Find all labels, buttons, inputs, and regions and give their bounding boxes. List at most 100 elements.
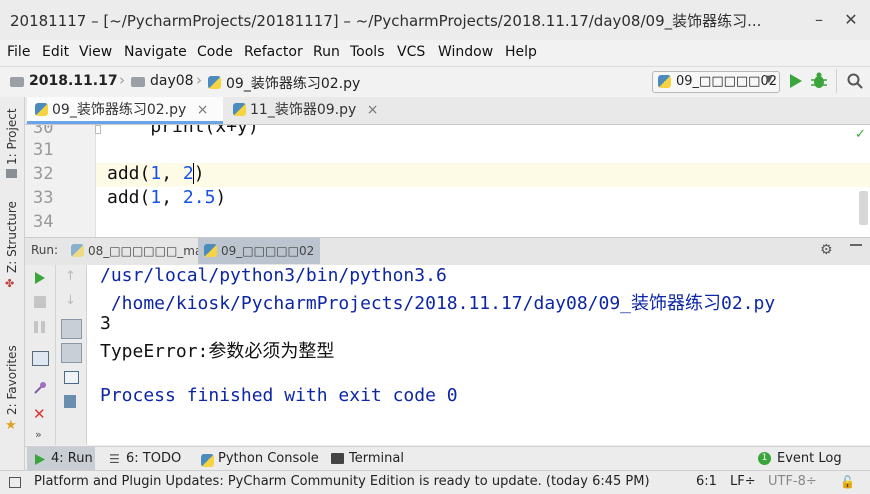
console-line-interpreter: /usr/local/python3/bin/python3.6 (100, 265, 447, 286)
folder-icon (131, 77, 145, 87)
breadcrumb-file[interactable]: 09_装饰器练习02.py (226, 73, 360, 93)
event-log-tool-button[interactable]: Event Log (777, 451, 842, 466)
hide-panel-icon[interactable] (850, 244, 862, 246)
tool-window-bar: 4: Run ☰ 6: TODO Python Console Terminal… (25, 446, 870, 471)
scroll-to-end-toggle-icon[interactable] (61, 343, 82, 363)
line-number: 32 (33, 164, 54, 184)
breadcrumb-separator-icon: › (196, 71, 202, 89)
line-number: 33 (33, 188, 54, 208)
inspection-ok-icon[interactable]: ✓ (855, 127, 866, 142)
line-number: 34 (33, 212, 54, 232)
run-configuration-label: 09_□□□□□02 (676, 74, 777, 89)
run-toolbar-primary: ✕ » (25, 265, 56, 445)
close-tab-icon[interactable]: × (197, 102, 209, 118)
structure-tool-button[interactable]: Z: Structure (5, 201, 19, 273)
close-button[interactable]: ✕ (840, 10, 862, 30)
breadcrumb-folder[interactable]: day08 (150, 73, 194, 89)
editor-scrollbar[interactable] (859, 191, 868, 225)
menu-bar: File Edit View Navigate Code Refactor Ru… (0, 40, 870, 65)
breadcrumb-project[interactable]: 2018.11.17 (29, 73, 118, 89)
settings-gear-icon[interactable]: ⚙ (820, 242, 833, 258)
run-configuration-select[interactable]: 09_□□□□□02 ▼ (652, 71, 780, 93)
left-tool-strip: 1: Project Z: Structure ✤ 2: Favorites ★ (0, 97, 25, 493)
soft-wrap-toggle-icon[interactable] (61, 319, 82, 339)
chevron-down-icon: ▼ (765, 74, 773, 85)
code-line-32: add(1, 2) (107, 163, 205, 184)
title-bar: 20181117 – [~/PycharmProjects/20181117] … (0, 0, 870, 41)
close-tab-icon[interactable]: × (367, 102, 379, 118)
todo-tool-button[interactable]: 6: TODO (126, 451, 181, 466)
terminal-icon (331, 453, 344, 464)
search-icon[interactable] (847, 73, 863, 89)
line-number-gutter: 30 31 32 33 34 (25, 125, 96, 237)
menu-refactor[interactable]: Refactor (244, 44, 303, 60)
tab-11-decorator[interactable]: 11_装饰器09.py × (225, 97, 385, 124)
menu-file[interactable]: File (7, 44, 30, 60)
star-icon: ★ (5, 418, 17, 433)
window-title: 20181117 – [~/PycharmProjects/20181117] … (10, 12, 762, 30)
terminal-tool-button[interactable]: Terminal (349, 451, 404, 466)
tab-label: 09_装饰器练习02.py (52, 102, 187, 118)
more-actions-icon[interactable]: » (35, 428, 42, 441)
close-icon[interactable]: ✕ (33, 405, 46, 423)
caret-position[interactable]: 6:1 (696, 474, 717, 489)
run-panel-header: Run: 08_□□□□□□_map 09_□□□□□02 ⚙ (25, 237, 870, 266)
menu-code[interactable]: Code (197, 44, 233, 60)
rerun-icon[interactable] (34, 271, 46, 285)
breadcrumb-separator-icon: › (119, 71, 125, 89)
console-line-error: TypeError:参数必须为整型 (100, 341, 335, 362)
python-console-tool-button[interactable]: Python Console (218, 451, 319, 466)
pin-icon[interactable] (33, 381, 47, 395)
toolbar-divider (836, 69, 837, 93)
menu-navigate[interactable]: Navigate (124, 44, 187, 60)
tab-09-decorator-exercise[interactable]: 09_装饰器练习02.py × (27, 97, 223, 124)
editor-tab-bar: 09_装饰器练习02.py × 11_装饰器09.py × (25, 97, 870, 125)
line-separator[interactable]: LF÷ (730, 474, 756, 489)
trash-icon[interactable] (64, 395, 76, 408)
run-icon (35, 454, 45, 465)
stop-icon[interactable] (34, 296, 46, 308)
structure-icon: ✤ (5, 277, 15, 290)
code-editor[interactable]: 30 31 32 33 34 print(x+y) add(1, 2) add(… (25, 125, 870, 237)
run-tool-button[interactable]: 4: Run (51, 451, 93, 466)
run-panel-label: Run: (31, 243, 59, 257)
fold-marker-icon[interactable] (95, 125, 101, 134)
pause-icon-left[interactable] (34, 321, 38, 333)
line-number: 30 (33, 125, 54, 138)
minimize-button[interactable]: – (808, 10, 830, 30)
menu-window[interactable]: Window (438, 44, 493, 60)
tab-label: 11_装饰器09.py (250, 102, 357, 118)
scroll-down-icon[interactable]: ↓ (65, 293, 76, 308)
run-tab-08-map[interactable]: 08_□□□□□□_map (65, 238, 216, 264)
navigation-bar: 2018.11.17 › day08 › 09_装饰器练习02.py 09_□□… (0, 66, 870, 98)
event-log-badge: 1 (758, 452, 771, 465)
console-output[interactable]: /usr/local/python3/bin/python3.6 /home/k… (87, 265, 870, 445)
python-console-icon (201, 453, 218, 469)
menu-edit[interactable]: Edit (42, 44, 69, 60)
menu-view[interactable]: View (79, 44, 112, 60)
project-tool-button[interactable]: 1: Project (5, 108, 19, 165)
status-message[interactable]: Platform and Plugin Updates: PyCharm Com… (34, 474, 650, 489)
file-encoding[interactable]: UTF-8÷ (768, 474, 817, 489)
restore-layout-icon[interactable] (32, 351, 49, 366)
scroll-up-icon[interactable]: ↑ (65, 269, 76, 284)
run-icon[interactable] (789, 73, 803, 89)
status-bar: Platform and Plugin Updates: PyCharm Com… (0, 470, 870, 494)
console-line-exit: Process finished with exit code 0 (100, 385, 458, 406)
python-file-icon (208, 75, 225, 91)
python-file-icon (204, 244, 217, 257)
menu-vcs[interactable]: VCS (397, 44, 425, 60)
menu-run[interactable]: Run (313, 44, 340, 60)
lock-icon[interactable]: 🔓 (840, 475, 855, 489)
run-tab-09[interactable]: 09_□□□□□02 (198, 238, 321, 264)
python-file-icon (35, 103, 48, 116)
menu-help[interactable]: Help (505, 44, 537, 60)
menu-tools[interactable]: Tools (350, 44, 385, 60)
debug-bug-icon[interactable] (811, 72, 827, 90)
print-icon[interactable] (64, 371, 79, 384)
code-line-33: add(1, 2.5) (107, 187, 227, 208)
python-file-icon (658, 75, 675, 90)
line-number: 31 (33, 140, 54, 160)
favorites-tool-button[interactable]: 2: Favorites (5, 345, 19, 415)
tool-windows-toggle-icon[interactable] (9, 477, 21, 488)
